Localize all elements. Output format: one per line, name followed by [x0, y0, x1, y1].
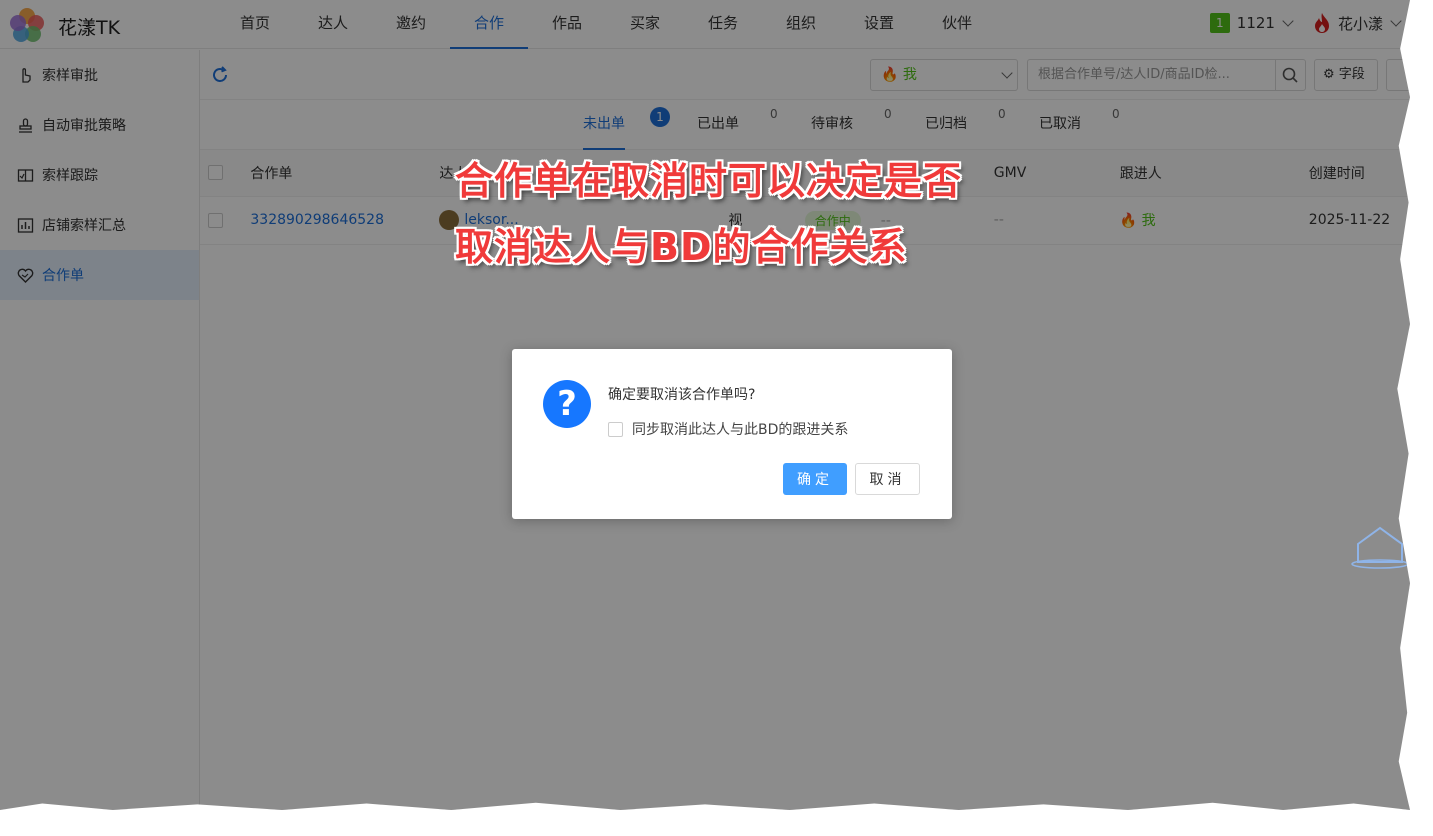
question-icon: ? [543, 380, 591, 428]
sync-cancel-checkbox[interactable] [608, 421, 623, 437]
floating-widget-icon[interactable] [1350, 522, 1410, 570]
confirm-button[interactable]: 确定 [783, 463, 847, 495]
annotation-line-1: 合作单在取消时可以决定是否 [455, 159, 963, 203]
confirm-dialog: ? 确定要取消该合作单吗? 同步取消此达人与此BD的跟进关系 确定 取消 [512, 349, 952, 519]
dialog-title: 确定要取消该合作单吗? [608, 387, 756, 403]
app-window: 花漾TK 首页 达人 邀约 合作 作品 买家 任务 组织 设置 伙伴 1 112… [0, 0, 1410, 810]
annotation-line-2: 取消达人与BD的合作关系 [455, 225, 908, 269]
cancel-button[interactable]: 取消 [855, 463, 920, 495]
sync-cancel-option[interactable]: 同步取消此达人与此BD的跟进关系 [608, 419, 848, 439]
sync-cancel-label[interactable]: 同步取消此达人与此BD的跟进关系 [632, 419, 848, 439]
